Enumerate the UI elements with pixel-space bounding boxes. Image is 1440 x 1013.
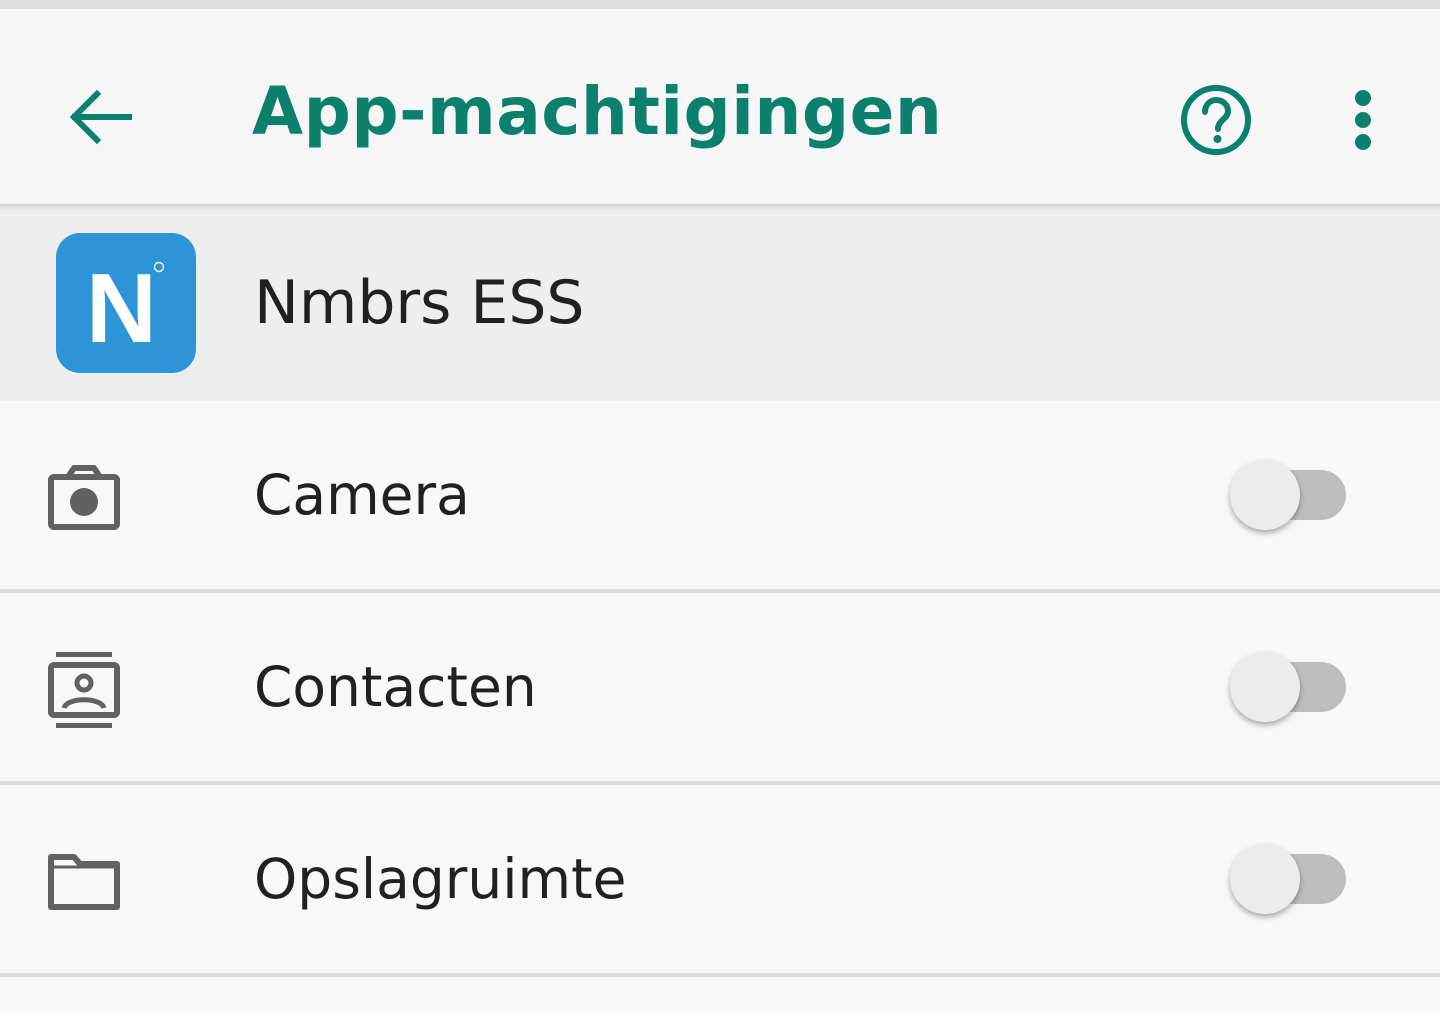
nmbrs-app-icon: N (56, 233, 196, 373)
camera-permission-toggle[interactable] (1228, 457, 1350, 533)
more-vertical-icon (1355, 90, 1371, 150)
permission-row-contacts[interactable]: Contacten (0, 593, 1440, 781)
app-icon-letter: N (86, 253, 157, 363)
permission-label: Opslagruimte (254, 847, 627, 911)
toggle-thumb (1230, 652, 1300, 722)
toggle-thumb (1230, 844, 1300, 914)
page-title: App-machtigingen (252, 73, 943, 150)
storage-permission-toggle[interactable] (1228, 841, 1350, 917)
permission-label: Camera (254, 463, 470, 527)
help-button[interactable] (1172, 76, 1260, 164)
arrow-left-icon (69, 89, 132, 145)
contacts-permission-toggle[interactable] (1228, 649, 1350, 725)
status-bar-strip (0, 0, 1440, 9)
more-options-button[interactable] (1330, 76, 1396, 164)
toolbar: App-machtigingen (0, 9, 1440, 204)
permission-row-storage[interactable]: Opslagruimte (0, 785, 1440, 973)
app-name: Nmbrs ESS (254, 268, 585, 338)
permission-label: Contacten (254, 655, 537, 719)
app-header: N Nmbrs ESS (0, 210, 1440, 401)
back-button[interactable] (62, 79, 138, 155)
toggle-thumb (1230, 460, 1300, 530)
camera-icon (44, 458, 124, 538)
contacts-icon (44, 650, 124, 730)
folder-icon (44, 842, 124, 922)
permission-row-camera[interactable]: Camera (0, 401, 1440, 589)
next-permission-row (0, 977, 1440, 1013)
help-circle-icon (1181, 85, 1251, 155)
